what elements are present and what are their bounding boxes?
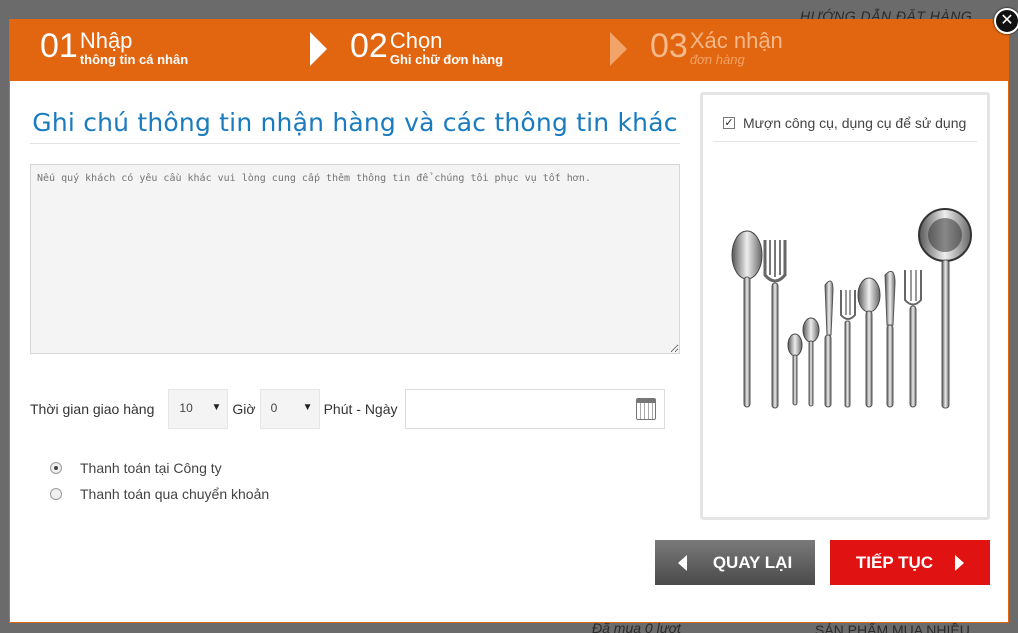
- borrow-tools-option[interactable]: ✓ Mượn công cụ, dụng cụ để sử dụng: [713, 115, 977, 142]
- hour-select[interactable]: 10 ▼: [168, 389, 229, 429]
- step-2-title: Chọn: [389, 28, 443, 53]
- radio-transfer[interactable]: [50, 488, 62, 500]
- next-button[interactable]: TIẾP TỤC: [830, 540, 990, 585]
- close-icon[interactable]: ✕: [994, 8, 1018, 34]
- step-2-number: 02: [350, 27, 388, 65]
- back-button-label: QUAY LẠI: [712, 552, 793, 572]
- arrow-left-icon: [677, 554, 687, 571]
- delivery-time-label: Thời gian giao hàng: [30, 401, 155, 417]
- step-arrow-icon: [310, 32, 327, 66]
- step-1-number: 01: [40, 27, 78, 65]
- payment-option-transfer[interactable]: Thanh toán qua chuyển khoản: [50, 481, 680, 507]
- arrow-right-icon: [955, 554, 965, 571]
- minute-select[interactable]: 0 ▼: [259, 389, 320, 429]
- step-2: 02 Chọn Ghi chữ đơn hàng: [350, 28, 503, 67]
- step-1-subtitle: thông tin cá nhân: [79, 52, 189, 67]
- step-3-number: 03: [650, 27, 688, 65]
- next-button-label: TIẾP TỤC: [855, 552, 934, 572]
- calendar-icon[interactable]: [635, 398, 656, 420]
- backdrop-section-heading: SẢN PHẨM MUA NHIỀU: [815, 622, 970, 633]
- minute-select-value: 0: [270, 401, 278, 415]
- step-arrow-icon: [610, 32, 627, 66]
- step-1-title: Nhập: [79, 28, 133, 53]
- notes-textarea[interactable]: [30, 164, 680, 354]
- tools-panel: ✓ Mượn công cụ, dụng cụ để sử dụng: [700, 92, 990, 520]
- step-3-subtitle: đơn hàng: [689, 52, 745, 67]
- notes-section: Ghi chú thông tin nhận hàng và các thông…: [30, 100, 680, 507]
- back-button[interactable]: QUAY LẠI: [655, 540, 815, 585]
- notes-title: Ghi chú thông tin nhận hàng và các thông…: [30, 100, 680, 144]
- order-modal: 01 Nhập thông tin cá nhân 02 Chọn Ghi ch…: [9, 19, 1009, 623]
- hour-unit-label: Giờ: [232, 401, 256, 417]
- delivery-date-input[interactable]: [404, 389, 665, 429]
- payment-options: Thanh toán tại Công ty Thanh toán qua ch…: [50, 455, 680, 507]
- step-3-title: Xác nhận: [689, 28, 783, 53]
- step-3: 03 Xác nhận đơn hàng: [650, 28, 783, 67]
- payment-option-company[interactable]: Thanh toán tại Công ty: [50, 455, 680, 481]
- borrow-tools-checkbox[interactable]: ✓: [723, 117, 735, 129]
- payment-option-label: Thanh toán tại Công ty: [80, 460, 222, 476]
- chevron-down-icon: ▼: [302, 402, 313, 413]
- delivery-time-row: Thời gian giao hàng 10 ▼ Giờ 0 ▼ Phút - …: [30, 389, 680, 429]
- minute-unit-label: Phút - Ngày: [323, 401, 398, 417]
- borrow-tools-label: Mượn công cụ, dụng cụ để sử dụng: [743, 115, 967, 131]
- chevron-down-icon: ▼: [211, 402, 222, 413]
- cutlery-image: [731, 208, 972, 409]
- step-1: 01 Nhập thông tin cá nhân: [40, 28, 188, 67]
- payment-option-label: Thanh toán qua chuyển khoản: [80, 486, 270, 502]
- step-progress-bar: 01 Nhập thông tin cá nhân 02 Chọn Ghi ch…: [10, 20, 1008, 81]
- hour-select-value: 10: [179, 401, 193, 415]
- radio-company[interactable]: [50, 462, 62, 474]
- step-2-subtitle: Ghi chữ đơn hàng: [389, 52, 504, 67]
